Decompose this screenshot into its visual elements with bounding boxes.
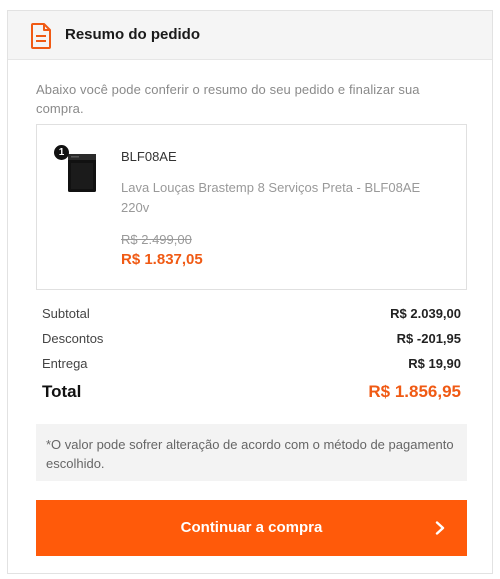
price-notice: *O valor pode sofrer alteração de acordo… — [36, 424, 467, 481]
delivery-value: R$ 19,90 — [408, 356, 461, 371]
total-value: R$ 1.856,95 — [368, 382, 461, 401]
total-label: Total — [42, 382, 82, 401]
chevron-right-icon — [435, 521, 445, 535]
subtotal-value: R$ 2.039,00 — [390, 306, 461, 321]
delivery-row: Entrega R$ 19,90 — [42, 356, 461, 374]
total-row: Total R$ 1.856,95 — [42, 382, 461, 406]
product-old-price: R$ 2.499,00 — [121, 232, 192, 247]
dishwasher-image — [68, 154, 96, 192]
product-price: R$ 1.837,05 — [121, 251, 203, 268]
discount-row: Descontos R$ -201,95 — [42, 331, 461, 349]
product-name: Lava Louças Brastemp 8 Serviços Preta - … — [121, 180, 421, 215]
delivery-label: Entrega — [42, 356, 88, 371]
continue-purchase-button[interactable]: Continuar a compra — [36, 500, 467, 556]
subtotal-label: Subtotal — [42, 306, 90, 321]
discount-label: Descontos — [42, 331, 104, 346]
subtotal-row: Subtotal R$ 2.039,00 — [42, 306, 461, 324]
discount-value: R$ -201,95 — [396, 331, 461, 346]
continue-button-label: Continuar a compra — [180, 519, 323, 536]
quantity-badge: 1 — [54, 145, 69, 160]
product-item: 1 BLF08AE Lava Louças Brastemp 8 Serviço… — [36, 124, 467, 290]
page-title: Resumo do pedido — [65, 26, 200, 43]
intro-text: Abaixo você pode conferir o resumo do se… — [36, 82, 420, 116]
product-sku: BLF08AE — [121, 149, 177, 164]
order-summary-card: Resumo do pedido Abaixo você pode confer… — [7, 10, 493, 574]
order-summary-header: Resumo do pedido — [8, 11, 492, 60]
document-icon — [31, 23, 51, 49]
